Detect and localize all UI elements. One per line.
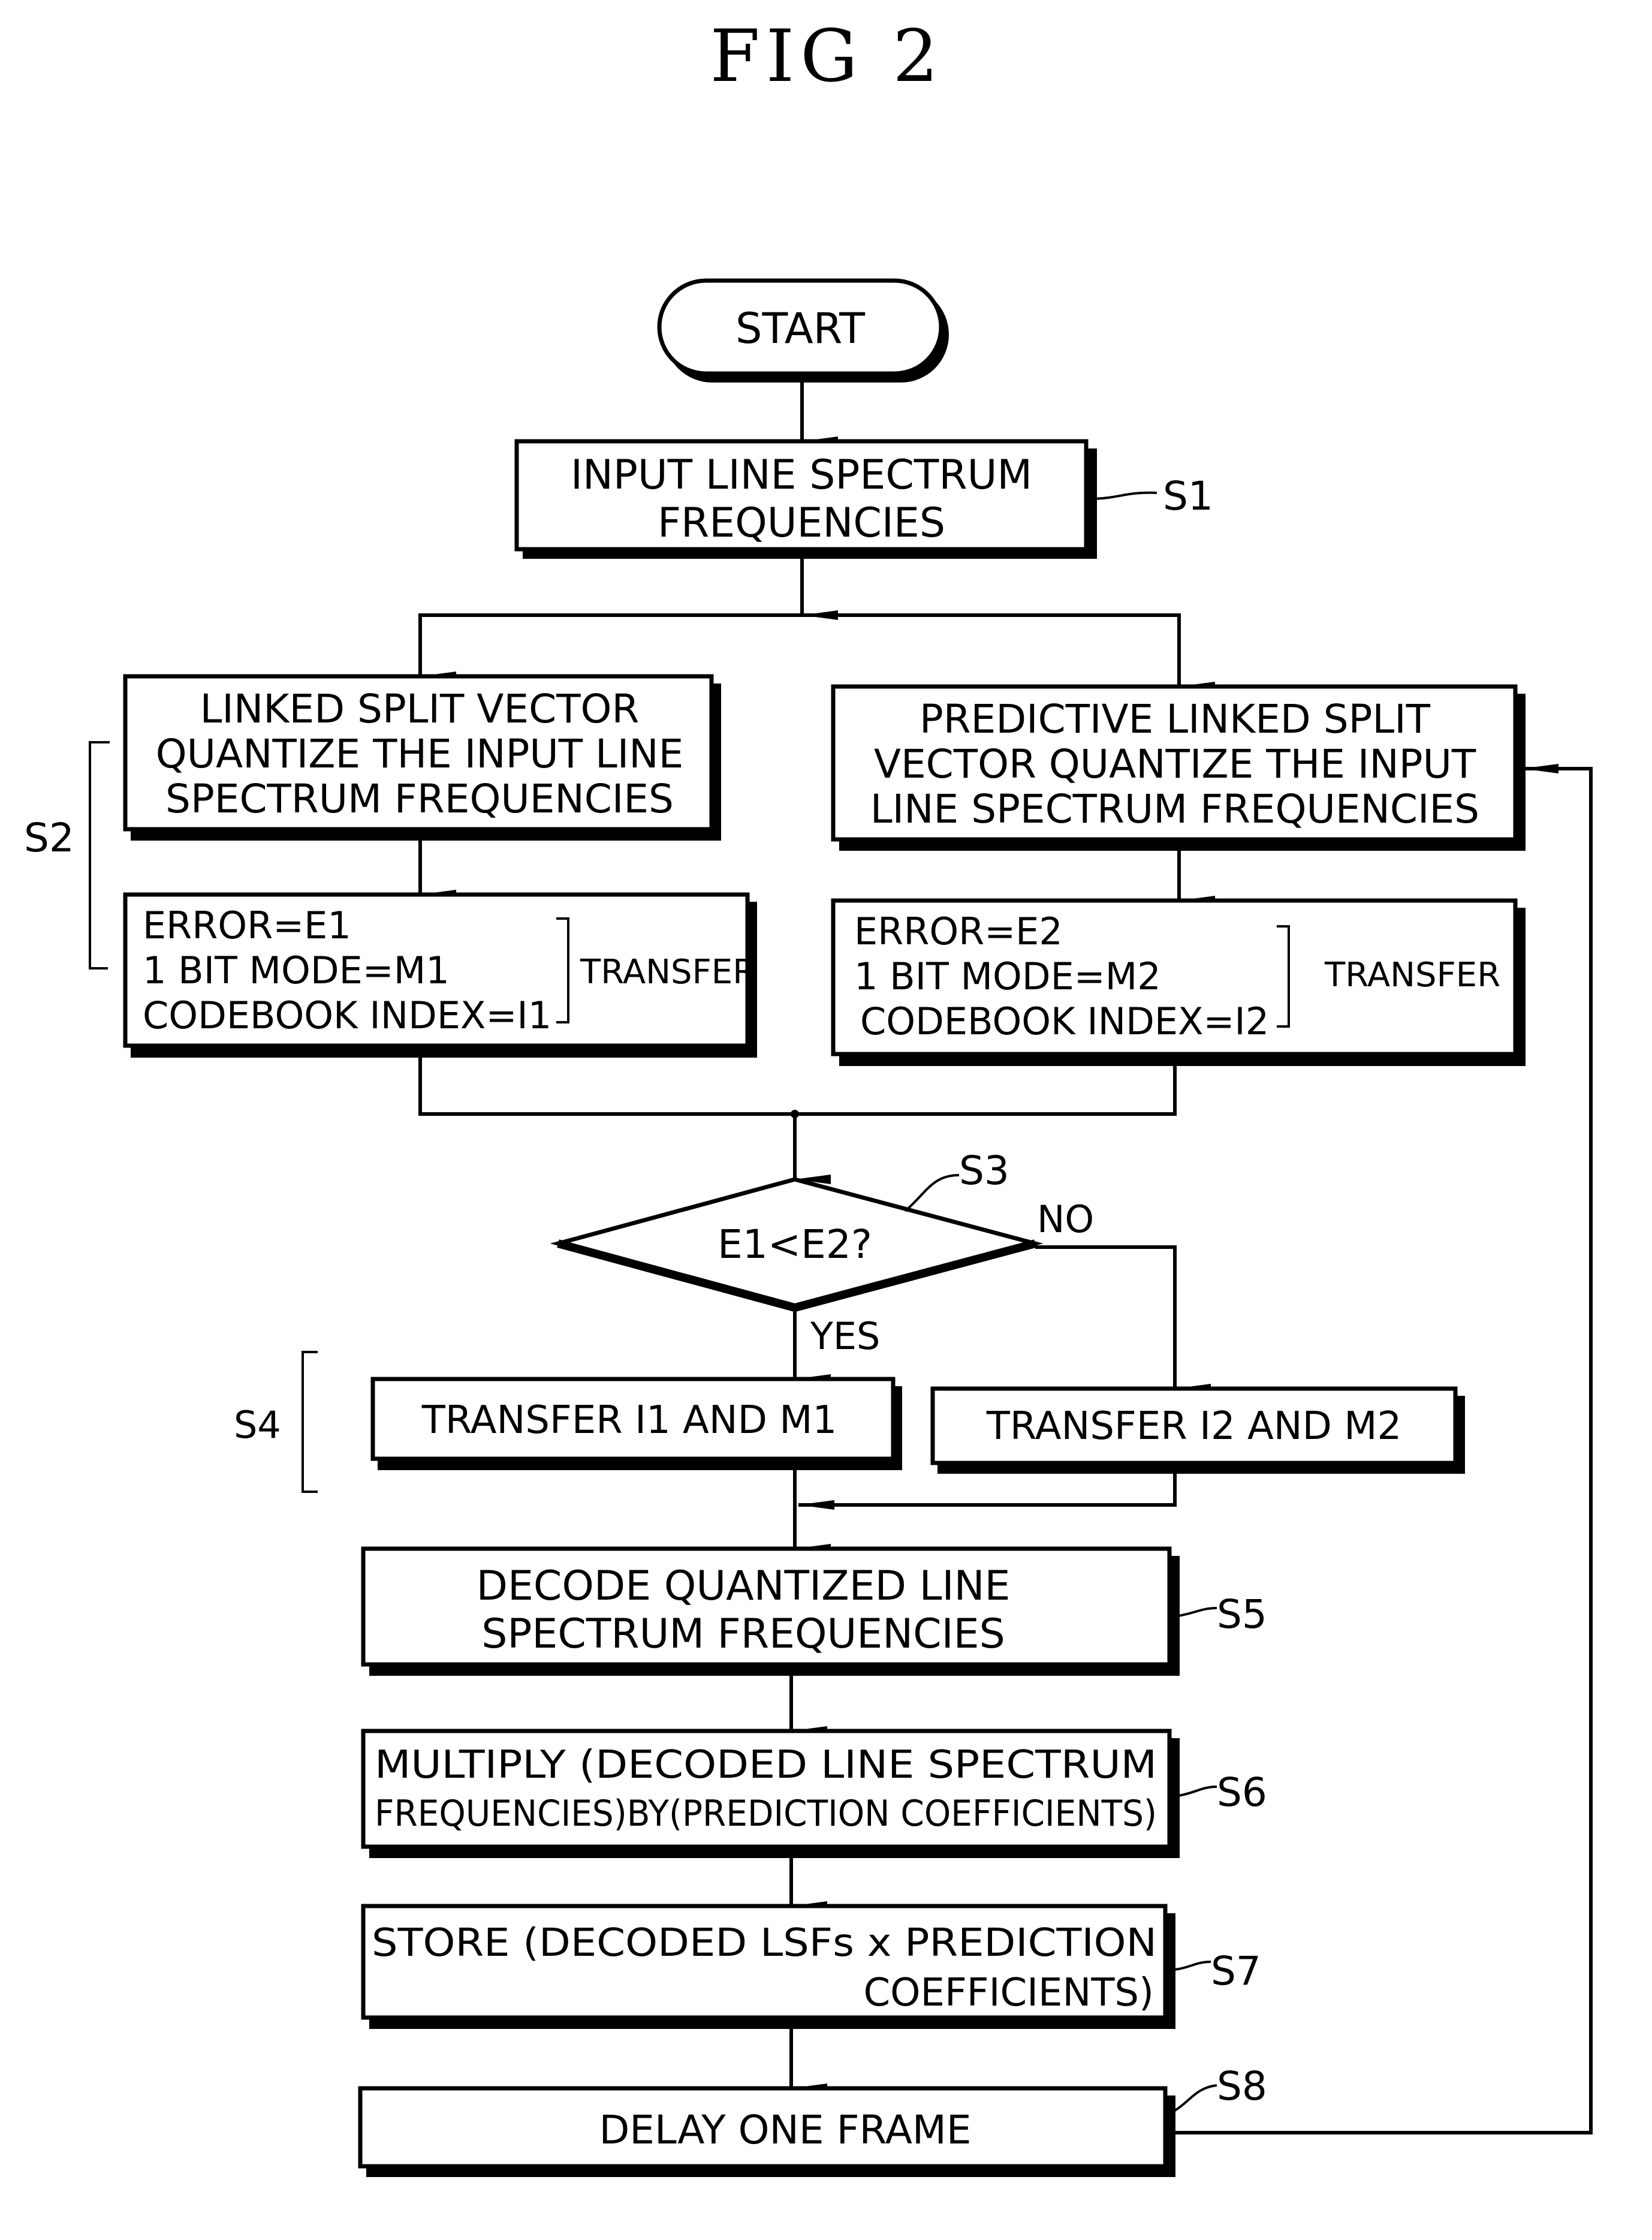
decision-question: E1<E2? — [718, 1221, 872, 1267]
left-result-line-2: 1 BIT MODE=M1 — [143, 949, 450, 992]
decision-no-label: NO — [1037, 1197, 1094, 1241]
right-quantize-line-3: LINE SPECTRUM FREQUENCIES — [870, 786, 1479, 832]
flowchart-canvas: FIG 2 START INPUT LINE SPECTRUM FREQUENC… — [24, 15, 1593, 2177]
yes-action-label: TRANSFER I1 AND M1 — [421, 1398, 837, 1443]
s2-bracket — [89, 741, 110, 970]
right-result-transfer-label: TRANSFER — [1324, 956, 1500, 995]
right-quantize-box: PREDICTIVE LINKED SPLIT VECTOR QUANTIZE … — [831, 684, 1526, 851]
s7-leader-line — [1174, 1961, 1211, 1971]
s5-leader-line — [1178, 1607, 1217, 1617]
s1-line-2: FREQUENCIES — [658, 499, 945, 547]
left-result-transfer-label: TRANSFER — [580, 953, 756, 992]
start-terminal: START — [657, 278, 949, 383]
step-s8-box: DELAY ONE FRAME — [358, 2086, 1175, 2177]
s2-ref-label: S2 — [24, 815, 74, 861]
s7-line-2: COEFFICIENTS) — [863, 1971, 1154, 2015]
s6-leader-line — [1178, 1786, 1217, 1797]
decision-s3: E1<E2? — [550, 1177, 1044, 1312]
left-result-line-1: ERROR=E1 — [143, 904, 351, 947]
right-result-box: ERROR=E2 1 BIT MODE=M2 CODEBOOK INDEX=I2… — [831, 898, 1526, 1066]
transfer-i2-m2-box: TRANSFER I2 AND M2 — [930, 1386, 1465, 1474]
s6-line-1: MULTIPLY (DECODED LINE SPECTRUM — [375, 1743, 1157, 1787]
left-result-box: ERROR=E1 1 BIT MODE=M1 CODEBOOK INDEX=I1… — [123, 892, 757, 1058]
left-quantize-line-3: SPECTRUM FREQUENCIES — [165, 776, 674, 822]
figure-title: FIG 2 — [710, 15, 944, 98]
decision-yes-label: YES — [810, 1314, 880, 1358]
left-result-line-3: CODEBOOK INDEX=I1 — [143, 993, 551, 1037]
right-result-line-1: ERROR=E2 — [854, 910, 1063, 953]
s4-bracket — [302, 1351, 318, 1493]
s6-line-2: FREQUENCIES)BY(PREDICTION COEFFICIENTS) — [375, 1793, 1157, 1835]
right-quantize-line-2: VECTOR QUANTIZE THE INPUT — [874, 741, 1476, 787]
s8-ref-label: S8 — [1217, 2063, 1267, 2109]
right-result-line-3: CODEBOOK INDEX=I2 — [860, 999, 1269, 1043]
s6-ref-label: S6 — [1217, 1769, 1267, 1816]
s3-leader-line — [904, 1174, 960, 1212]
step-s7-box: STORE (DECODED LSFs x PREDICTION COEFFIC… — [361, 1904, 1175, 2029]
s7-ref-label: S7 — [1211, 1948, 1261, 1994]
s5-line-2: SPECTRUM FREQUENCIES — [481, 1610, 1005, 1658]
no-action-label: TRANSFER I2 AND M2 — [986, 1404, 1401, 1449]
s8-label: DELAY ONE FRAME — [599, 2107, 971, 2153]
step-s1-box: INPUT LINE SPECTRUM FREQUENCIES — [514, 439, 1097, 559]
left-quantize-line-1: LINKED SPLIT VECTOR — [200, 686, 640, 732]
s1-ref-label: S1 — [1163, 473, 1213, 519]
s1-leader-line — [1094, 491, 1157, 500]
step-s5-box: DECODE QUANTIZED LINE SPECTRUM FREQUENCI… — [361, 1546, 1180, 1676]
right-result-line-2: 1 BIT MODE=M2 — [854, 955, 1161, 998]
s5-line-1: DECODE QUANTIZED LINE — [477, 1562, 1011, 1610]
no-branch-connector — [1035, 1245, 1177, 1349]
step-s6-box: MULTIPLY (DECODED LINE SPECTRUM FREQUENC… — [361, 1729, 1180, 1858]
s1-line-1: INPUT LINE SPECTRUM — [571, 451, 1032, 499]
left-quantize-line-2: QUANTIZE THE INPUT LINE — [156, 731, 684, 777]
s4-ref-label: S4 — [234, 1403, 281, 1447]
transfer-i1-m1-box: TRANSFER I1 AND M1 — [370, 1377, 902, 1470]
s5-ref-label: S5 — [1217, 1591, 1267, 1637]
s8-leader-line — [1174, 2084, 1217, 2112]
start-label: START — [735, 304, 865, 353]
right-quantize-line-1: PREDICTIVE LINKED SPLIT — [920, 696, 1431, 742]
left-quantize-box: LINKED SPLIT VECTOR QUANTIZE THE INPUT L… — [123, 674, 721, 841]
s3-ref-label: S3 — [959, 1148, 1009, 1194]
s7-line-1: STORE (DECODED LSFs x PREDICTION — [372, 1921, 1157, 1965]
